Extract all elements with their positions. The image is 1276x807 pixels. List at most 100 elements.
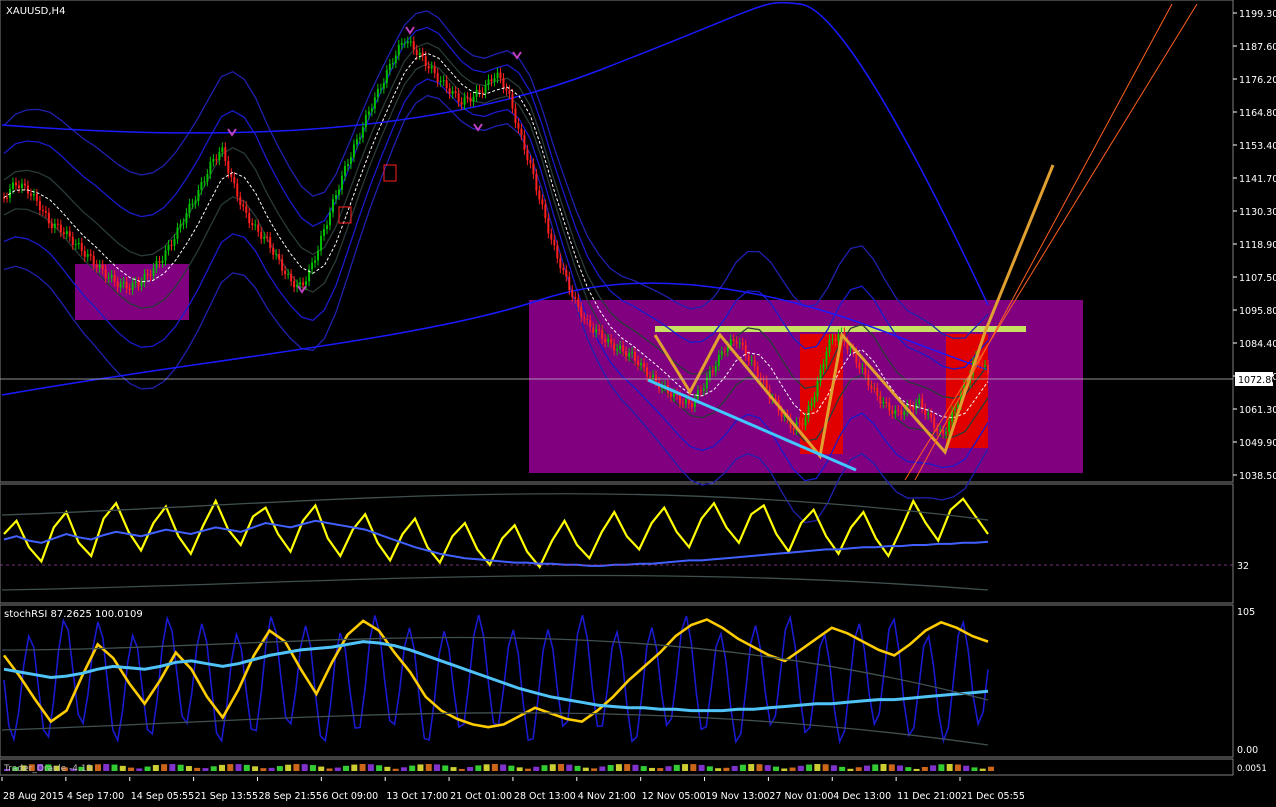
candle-body <box>948 421 951 433</box>
oracle-bar <box>326 768 333 771</box>
candle-body <box>463 97 466 105</box>
candle-body <box>131 282 134 290</box>
candle-body <box>741 342 744 346</box>
candle-body <box>807 405 810 418</box>
oracle-bar <box>533 766 540 771</box>
candle-body <box>684 399 687 404</box>
candle-body <box>116 281 119 288</box>
candle-body <box>164 250 167 261</box>
price-tick-label: 1130.30 <box>1239 207 1276 218</box>
price-tick-label: 1187.60 <box>1239 42 1276 53</box>
candle-body <box>822 364 825 370</box>
candle-body <box>616 348 619 351</box>
time-tick-label: 21 Oct 01:00 <box>450 791 512 802</box>
time-tick-label: 28 Sep 21:55 <box>258 791 321 802</box>
panel-3-axis-tick: 0.0051 <box>1237 764 1267 774</box>
candle-body <box>346 163 349 166</box>
oracle-bar <box>376 765 383 771</box>
panel-1-axis-tick: 32 <box>1237 561 1249 572</box>
candle-body <box>227 160 230 174</box>
candle-body <box>236 183 239 197</box>
oracle-bar <box>169 764 176 771</box>
oracle-bar <box>888 764 895 771</box>
oracle-bar <box>433 764 440 771</box>
candle-body <box>320 235 323 251</box>
oracle-bar <box>475 765 482 771</box>
candle-body <box>185 213 188 224</box>
candle-body <box>272 248 275 255</box>
candle-body <box>553 239 556 246</box>
candle-body <box>203 181 206 183</box>
candle-body <box>604 338 607 343</box>
candle-body <box>547 218 550 234</box>
oracle-bar <box>946 764 953 771</box>
oracle-bar <box>632 764 639 771</box>
candle-body <box>122 281 125 284</box>
candle-body <box>535 174 538 191</box>
candle-body <box>83 250 86 257</box>
oracle-bar <box>897 765 904 771</box>
candle-body <box>699 390 702 392</box>
candle-body <box>918 398 921 404</box>
price-tick-label: 1038.50 <box>1239 471 1276 482</box>
candle-body <box>873 387 876 389</box>
oracle-bar <box>665 766 672 771</box>
oracle-bar <box>607 765 614 771</box>
candle-body <box>702 388 705 391</box>
candle-body <box>451 91 454 94</box>
time-tick-label: 21 Sep 13:55 <box>195 791 258 802</box>
candle-body <box>254 224 257 226</box>
oracle-bar <box>715 768 722 771</box>
oracle-bar <box>202 768 209 771</box>
candle-body <box>942 430 945 434</box>
candle-body <box>580 306 583 318</box>
candle-body <box>523 135 526 150</box>
candle-body <box>921 398 924 409</box>
candle-body <box>903 411 906 416</box>
oracle-bar <box>243 764 250 771</box>
price-tick-label: 1084.40 <box>1239 339 1276 350</box>
candle-body <box>281 259 284 271</box>
candle-body <box>640 363 643 366</box>
oracle-bar <box>367 764 374 771</box>
oracle-bar <box>549 764 556 771</box>
oracle-bar <box>979 768 986 771</box>
oracle-bar <box>318 766 325 771</box>
oracle-bar <box>963 765 970 771</box>
candle-body <box>762 380 765 382</box>
oracle-bar <box>384 766 391 771</box>
oracle-bar <box>144 766 151 771</box>
price-axis: 1199.30 1187.60 1176.20 1164.80 1153.40 1141.… <box>1233 9 1276 482</box>
candle-body <box>98 264 101 268</box>
candle-body <box>188 203 191 214</box>
candle-body <box>550 233 553 240</box>
chart-canvas[interactable]: XAUUSD,H4 stochRSI 87.2625 100.0109 Trad… <box>0 0 1276 807</box>
oracle-bar <box>624 764 631 771</box>
candle-body <box>38 200 41 211</box>
consolidation-box-left[interactable] <box>75 264 189 320</box>
candle-body <box>302 282 305 286</box>
oracle-bar <box>698 764 705 771</box>
candle-body <box>517 122 520 129</box>
candle-body <box>867 374 870 386</box>
candle-body <box>445 80 448 89</box>
candle-body <box>263 236 266 239</box>
candle-body <box>879 395 882 404</box>
candle-body <box>559 258 562 269</box>
candle-body <box>403 43 406 45</box>
candle-body <box>858 363 861 369</box>
candle-body <box>496 72 499 79</box>
candle-body <box>361 127 364 138</box>
oracle-bar <box>177 764 184 771</box>
oracle-bar <box>334 767 341 771</box>
time-axis: 28 Aug 2015 4 Sep 17:00 14 Sep 05:55 21 Sep… <box>1 777 1025 802</box>
candle-body <box>182 223 185 225</box>
candle-body <box>598 329 601 331</box>
oracle-bar <box>392 768 399 771</box>
candle-body <box>678 395 681 404</box>
candle-body <box>723 351 726 353</box>
candle-body <box>646 367 649 377</box>
candle-body <box>649 376 652 378</box>
oracle-bar <box>516 767 523 771</box>
candle-body <box>439 81 442 83</box>
